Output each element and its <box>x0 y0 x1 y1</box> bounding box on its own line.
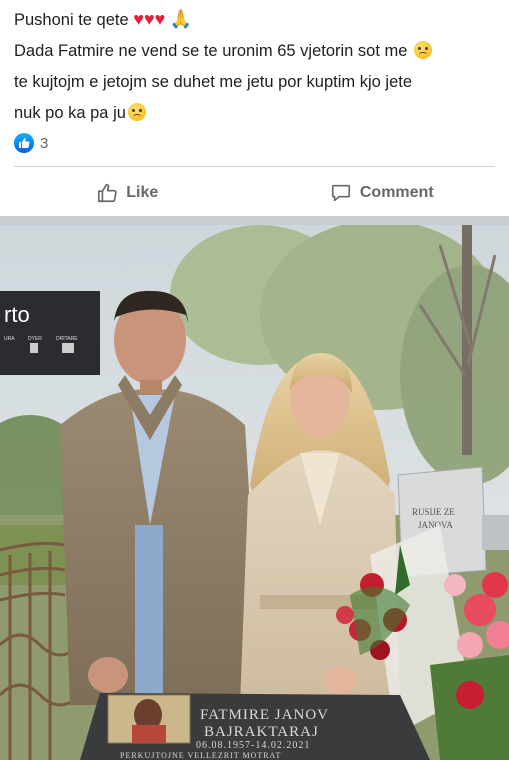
reaction-count: 3 <box>40 134 49 152</box>
post-line-1: Pushoni te qete ♥♥♥ 🙏 <box>14 4 504 36</box>
post-text: Pushoni te qete ♥♥♥ 🙏 Dada Fatmire ne ve… <box>14 4 504 129</box>
post-line-4: nuk po ka pa ju <box>14 98 504 129</box>
post-photo[interactable]: rto URA DYER DRITARE RUSIJE ZE JANOVA FA… <box>0 225 509 760</box>
comment-icon <box>331 184 350 202</box>
actions-divider <box>14 166 495 167</box>
post-line-2: Dada Fatmire ne vend se te uronim 65 vje… <box>14 36 504 67</box>
like-label: Like <box>126 184 159 201</box>
thumbs-up-icon <box>98 183 117 203</box>
grave-plaque: FATMIRE JANOV BAJRAKTARAJ 06.08.1957-14.… <box>80 693 430 760</box>
feed-separator <box>0 216 509 225</box>
comment-label: Comment <box>359 184 434 201</box>
post-line-2-text: Dada Fatmire ne vend se te uronim 65 vje… <box>14 42 408 60</box>
plaque-dates: 06.08.1957-14.02.2021 <box>196 740 310 751</box>
post-line-3: te kujtojm e jetojm se duhet me jetu por… <box>14 73 413 91</box>
like-reaction-icon <box>14 133 34 153</box>
billboard: rto URA DYER DRITARE <box>0 291 100 375</box>
billboard-text: rto <box>4 302 30 327</box>
pray-emoji: 🙏 <box>169 9 193 29</box>
plaque-surname: BAJRAKTARAJ <box>204 724 319 740</box>
sad-emoji <box>414 41 433 59</box>
post-line-1-text: Pushoni te qete <box>14 11 129 29</box>
sad-emoji-2 <box>127 103 146 121</box>
plaque-footer: PERKUJTOJNE VELLEZRIT MOTRAT <box>120 751 281 760</box>
facebook-post: Pushoni te qete ♥♥♥ 🙏 Dada Fatmire ne ve… <box>0 0 509 760</box>
plaque-name: FATMIRE JANOV <box>200 707 329 723</box>
post-line-4-text: nuk po ka pa ju <box>14 104 126 122</box>
reaction-summary[interactable]: 3 <box>14 132 48 154</box>
billboard-sub-2: DYER <box>28 336 42 342</box>
billboard-sub-1: URA <box>4 336 15 342</box>
heart-emoji-group: ♥♥♥ <box>133 9 166 29</box>
like-button[interactable]: Like <box>0 172 255 214</box>
headstone-text-1: RUSIJE ZE <box>412 507 455 517</box>
action-bar: Like Comment <box>0 172 509 214</box>
comment-button[interactable]: Comment <box>255 172 509 214</box>
billboard-sub-3: DRITARE <box>56 336 78 342</box>
